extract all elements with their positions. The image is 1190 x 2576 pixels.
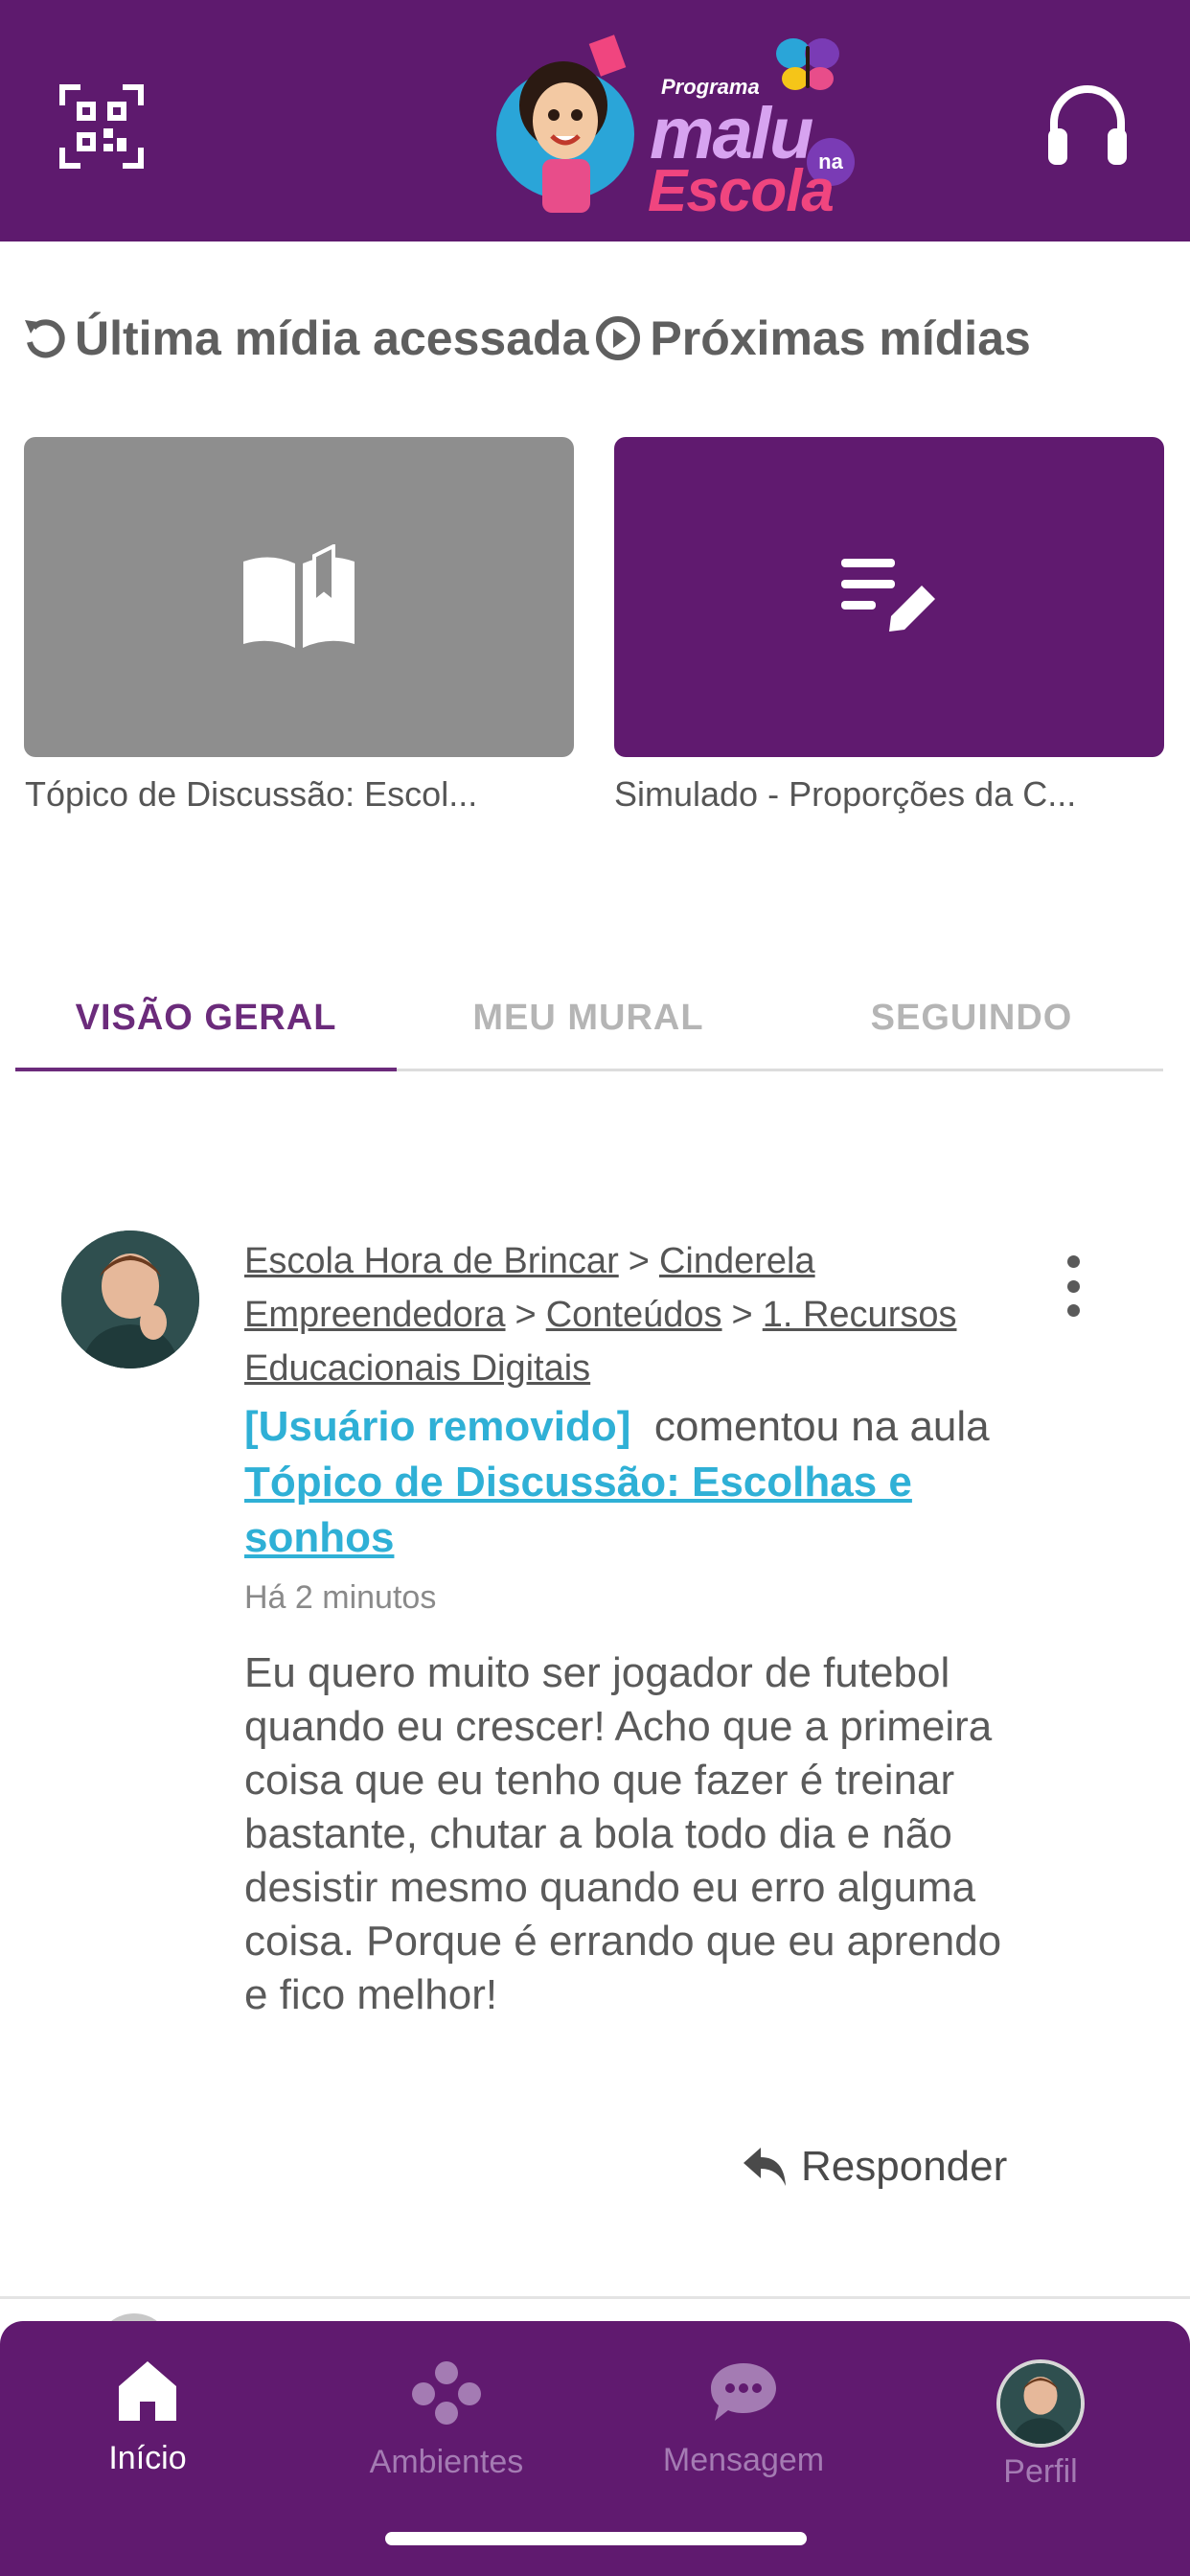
profile-avatar	[996, 2359, 1085, 2448]
next-media-caption[interactable]: Simulado - Proporções da C...	[614, 774, 1076, 815]
activity-line: [Usuário removido] comentou na aula Tópi…	[244, 1399, 1040, 1566]
next-media-card[interactable]	[614, 437, 1164, 757]
reply-icon	[744, 2148, 786, 2186]
nav-item-ambientes[interactable]: Ambientes	[332, 2359, 561, 2532]
ambientes-icon	[412, 2361, 481, 2425]
nav-item-perfil[interactable]: Perfil	[926, 2359, 1156, 2532]
nav-label: Perfil	[1003, 2453, 1078, 2490]
tab-visao-geral[interactable]: VISÃO GERAL	[15, 966, 397, 1070]
breadcrumb-item[interactable]: Escola Hora de Brincar	[244, 1241, 619, 1281]
post-author[interactable]: [Usuário removido]	[244, 1403, 630, 1450]
tab-seguindo[interactable]: SEGUINDO	[780, 966, 1163, 1070]
nav-item-inicio[interactable]: Início	[33, 2359, 263, 2532]
play-circle-icon	[596, 316, 641, 360]
post-divider	[0, 2296, 1190, 2299]
last-media-card[interactable]	[24, 437, 574, 757]
logo-escola-text: Escola	[648, 158, 835, 224]
open-book-icon	[243, 544, 355, 648]
headset-icon[interactable]	[1046, 84, 1129, 172]
next-media-label: Próximas mídias	[650, 311, 1031, 365]
tab-meu-mural[interactable]: MEU MURAL	[397, 966, 780, 1070]
malu-na-escola-logo: Programa malu na Escola	[487, 29, 855, 224]
reply-label: Responder	[801, 2143, 1008, 2190]
chat-icon	[711, 2363, 776, 2421]
last-media-caption[interactable]: Tópico de Discussão: Escol...	[25, 774, 477, 815]
more-options-icon[interactable]	[1062, 1255, 1085, 1317]
butterfly-icon	[776, 38, 839, 90]
post-timestamp: Há 2 minutos	[244, 1579, 437, 1616]
nav-label: Ambientes	[369, 2444, 524, 2480]
breadcrumb-separator: >	[628, 1241, 650, 1281]
feed-tabs: VISÃO GERAL MEU MURAL SEGUINDO	[15, 966, 1163, 1071]
active-tab-indicator	[15, 1068, 397, 1071]
lesson-link[interactable]: Tópico de Discussão: Escolhas e sonhos	[244, 1459, 912, 1561]
qr-code-icon[interactable]	[59, 84, 144, 169]
next-media-title: Próximas mídias	[594, 310, 1031, 366]
app-header: Programa malu na Escola	[0, 0, 1190, 242]
breadcrumb-separator: >	[515, 1295, 537, 1335]
history-icon	[25, 319, 65, 358]
last-media-title: Última mídia acessada	[23, 310, 588, 366]
reply-button[interactable]: Responder	[742, 2143, 1007, 2191]
last-media-label: Última mídia acessada	[75, 311, 589, 365]
action-text: comentou na aula	[653, 1403, 990, 1450]
breadcrumb-item[interactable]: Conteúdos	[546, 1295, 722, 1335]
home-indicator[interactable]	[385, 2532, 807, 2545]
nav-label: Início	[108, 2440, 187, 2476]
nav-item-mensagem[interactable]: Mensagem	[629, 2359, 858, 2532]
home-icon	[119, 2361, 176, 2421]
edit-list-icon	[841, 559, 935, 632]
nav-label: Mensagem	[662, 2442, 825, 2478]
breadcrumb-separator: >	[731, 1295, 753, 1335]
post-comment-text: Eu quero muito ser jogador de futebol qu…	[244, 1649, 1002, 2018]
avatar[interactable]	[61, 1230, 199, 1368]
media-section-titles: Última mídia acessada Próximas mídias	[23, 305, 1173, 372]
breadcrumb: Escola Hora de Brincar > Cinderela Empreen…	[244, 1234, 1030, 1395]
